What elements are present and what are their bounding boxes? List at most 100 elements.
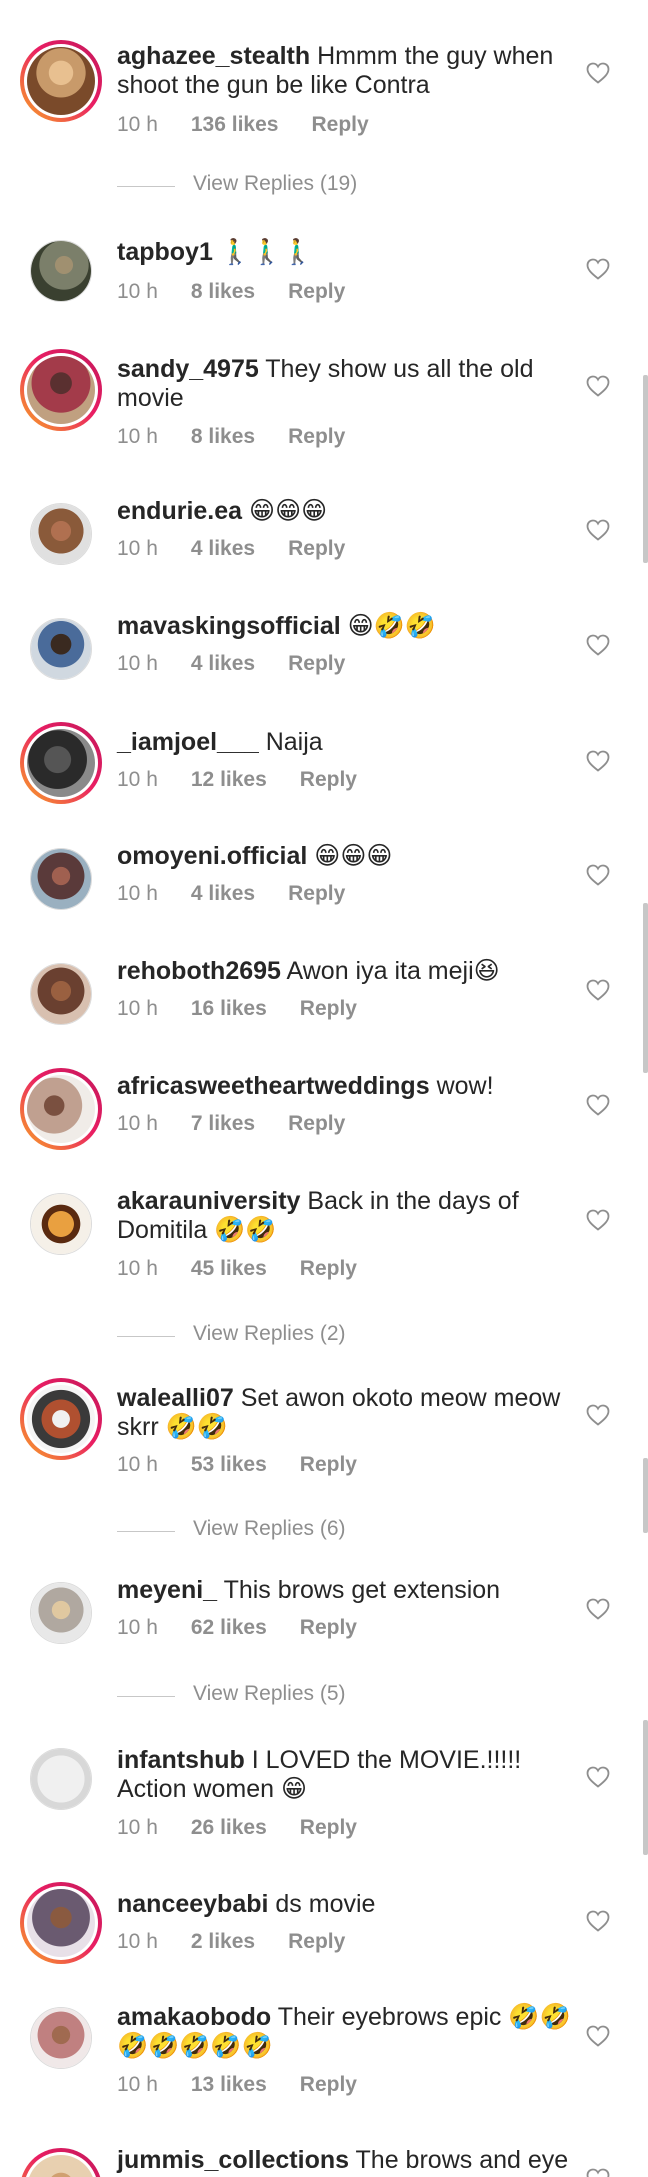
comment-username[interactable]: rehoboth2695 bbox=[117, 957, 281, 985]
comment-likes[interactable]: 13 likes bbox=[191, 2073, 267, 2096]
avatar[interactable] bbox=[20, 1738, 102, 1820]
reply-button[interactable]: Reply bbox=[300, 1257, 357, 1280]
comment-likes[interactable]: 4 likes bbox=[191, 652, 255, 675]
comment-likes[interactable]: 26 likes bbox=[191, 1816, 267, 1839]
comment-likes[interactable]: 8 likes bbox=[191, 280, 255, 303]
avatar[interactable] bbox=[20, 608, 102, 690]
avatar[interactable] bbox=[20, 1572, 102, 1654]
comment-username[interactable]: _iamjoel___ bbox=[117, 728, 259, 756]
comment-username[interactable]: akarauniversity bbox=[117, 1187, 300, 1215]
comment-body: Awon iya ita meji😆 bbox=[286, 957, 500, 985]
scrollbar[interactable] bbox=[643, 375, 648, 563]
heart-icon[interactable] bbox=[586, 634, 610, 656]
view-replies-label[interactable]: View Replies (2) bbox=[193, 1322, 346, 1346]
reply-button[interactable]: Reply bbox=[311, 113, 368, 136]
comment-username[interactable]: infantshub bbox=[117, 1746, 245, 1774]
avatar[interactable] bbox=[20, 838, 102, 920]
comment-likes[interactable]: 136 likes bbox=[191, 113, 279, 136]
comment-username[interactable]: mavaskingsofficial bbox=[117, 612, 341, 640]
comment-meta: 10 h 53 likes Reply bbox=[117, 1453, 390, 1477]
reply-button[interactable]: Reply bbox=[288, 882, 345, 905]
heart-icon[interactable] bbox=[586, 1910, 610, 1932]
view-replies-label[interactable]: View Replies (5) bbox=[193, 1682, 346, 1706]
comment-username[interactable]: omoyeni.official bbox=[117, 842, 307, 870]
avatar[interactable] bbox=[20, 349, 102, 431]
avatar[interactable] bbox=[20, 493, 102, 575]
avatar[interactable] bbox=[20, 953, 102, 1035]
comment-likes[interactable]: 7 likes bbox=[191, 1112, 255, 1135]
reply-button[interactable]: Reply bbox=[300, 1453, 357, 1476]
heart-icon[interactable] bbox=[586, 258, 610, 280]
comment-time: 10 h bbox=[117, 1257, 158, 1280]
comment-username[interactable]: meyeni_ bbox=[117, 1576, 217, 1604]
view-replies[interactable]: View Replies (5) bbox=[117, 1682, 417, 1712]
reply-button[interactable]: Reply bbox=[300, 1616, 357, 1639]
avatar[interactable] bbox=[20, 1997, 102, 2079]
heart-icon[interactable] bbox=[586, 62, 610, 84]
comment-likes[interactable]: 16 likes bbox=[191, 997, 267, 1020]
reply-button[interactable]: Reply bbox=[288, 280, 345, 303]
reply-button[interactable]: Reply bbox=[300, 768, 357, 791]
comment-username[interactable]: amakaobodo bbox=[117, 2003, 271, 2031]
comment-likes[interactable]: 53 likes bbox=[191, 1453, 267, 1476]
view-replies[interactable]: View Replies (2) bbox=[117, 1322, 417, 1352]
scrollbar[interactable] bbox=[643, 1458, 648, 1533]
comment-likes[interactable]: 45 likes bbox=[191, 1257, 267, 1280]
reply-button[interactable]: Reply bbox=[288, 652, 345, 675]
avatar-image bbox=[31, 849, 91, 909]
comment-text: sandy_4975 They show us all the old movi… bbox=[117, 355, 577, 413]
heart-icon[interactable] bbox=[586, 979, 610, 1001]
avatar[interactable] bbox=[20, 2148, 102, 2177]
avatar[interactable] bbox=[20, 230, 102, 312]
avatar[interactable] bbox=[20, 1378, 102, 1460]
comment-likes[interactable]: 4 likes bbox=[191, 882, 255, 905]
heart-icon[interactable] bbox=[586, 750, 610, 772]
comment-likes[interactable]: 8 likes bbox=[191, 425, 255, 448]
comment-username[interactable]: jummis_collections bbox=[117, 2146, 349, 2174]
avatar-image bbox=[27, 356, 95, 424]
scrollbar[interactable] bbox=[643, 1720, 648, 1855]
comment-username[interactable]: tapboy1 bbox=[117, 238, 213, 266]
avatar[interactable] bbox=[20, 1183, 102, 1265]
avatar[interactable] bbox=[20, 40, 102, 122]
view-replies[interactable]: View Replies (6) bbox=[117, 1517, 417, 1547]
avatar[interactable] bbox=[20, 1882, 102, 1964]
avatar[interactable] bbox=[20, 722, 102, 804]
reply-button[interactable]: Reply bbox=[288, 1112, 345, 1135]
reply-button[interactable]: Reply bbox=[300, 2073, 357, 2096]
comment-likes[interactable]: 4 likes bbox=[191, 537, 255, 560]
reply-button[interactable]: Reply bbox=[300, 997, 357, 1020]
comment-text: aghazee_stealth Hmmm the guy when shoot … bbox=[117, 42, 577, 100]
comment-likes[interactable]: 62 likes bbox=[191, 1616, 267, 1639]
view-replies[interactable]: View Replies (19) bbox=[117, 172, 417, 202]
comment-likes[interactable]: 12 likes bbox=[191, 768, 267, 791]
comment-likes[interactable]: 2 likes bbox=[191, 1930, 255, 1953]
comment-username[interactable]: walealli07 bbox=[117, 1384, 234, 1412]
view-replies-label[interactable]: View Replies (19) bbox=[193, 172, 357, 196]
heart-icon[interactable] bbox=[586, 1598, 610, 1620]
comment-time: 10 h bbox=[117, 1453, 158, 1476]
heart-icon[interactable] bbox=[586, 1209, 610, 1231]
heart-icon[interactable] bbox=[586, 519, 610, 541]
view-replies-label[interactable]: View Replies (6) bbox=[193, 1517, 346, 1541]
heart-icon[interactable] bbox=[586, 1404, 610, 1426]
comment-username[interactable]: africasweetheartweddings bbox=[117, 1072, 430, 1100]
heart-icon[interactable] bbox=[586, 1766, 610, 1788]
reply-button[interactable]: Reply bbox=[288, 1930, 345, 1953]
comment-username[interactable]: aghazee_stealth bbox=[117, 42, 310, 70]
reply-button[interactable]: Reply bbox=[300, 1816, 357, 1839]
comment-body: 🚶‍♂️🚶‍♂️🚶‍♂️ bbox=[219, 238, 314, 266]
avatar[interactable] bbox=[20, 1068, 102, 1150]
comment-username[interactable]: nanceeybabi bbox=[117, 1890, 268, 1918]
comment-time: 10 h bbox=[117, 425, 158, 448]
reply-button[interactable]: Reply bbox=[288, 425, 345, 448]
heart-icon[interactable] bbox=[586, 1094, 610, 1116]
heart-icon[interactable] bbox=[586, 375, 610, 397]
comment-username[interactable]: endurie.ea bbox=[117, 497, 242, 525]
comment-username[interactable]: sandy_4975 bbox=[117, 355, 259, 383]
reply-button[interactable]: Reply bbox=[288, 537, 345, 560]
heart-icon[interactable] bbox=[586, 2168, 610, 2177]
scrollbar[interactable] bbox=[643, 903, 648, 1073]
heart-icon[interactable] bbox=[586, 2025, 610, 2047]
heart-icon[interactable] bbox=[586, 864, 610, 886]
